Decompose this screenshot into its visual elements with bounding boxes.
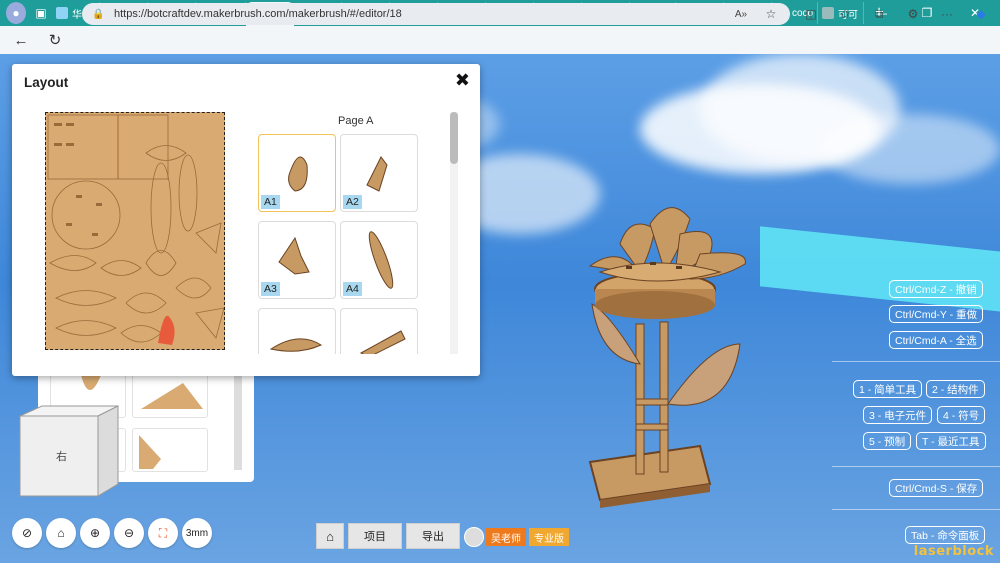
simple-tools-shortcut[interactable]: 1 - 简单工具 <box>853 380 923 398</box>
zoom-in-icon[interactable]: ⊕ <box>80 518 110 548</box>
command-panel-shortcut[interactable]: Tab - 命令面板 <box>905 526 986 544</box>
refresh-icon[interactable]: ↻ <box>40 28 70 52</box>
zoom-out-icon[interactable]: ⊖ <box>114 518 144 548</box>
copilot-icon[interactable]: ◆ <box>970 3 992 25</box>
cloud-decoration <box>820 114 1000 184</box>
cell-label: A2 <box>343 195 362 209</box>
presets-shortcut[interactable]: 5 - 预制 <box>863 432 912 450</box>
part-cell-a3[interactable]: A3 <box>258 221 336 299</box>
parts-scrollbar[interactable] <box>234 374 242 470</box>
profile-avatar-icon[interactable]: ● <box>6 2 26 24</box>
fit-screen-icon[interactable]: ⛶ <box>148 518 178 548</box>
more-menu-icon[interactable]: ··· <box>936 3 958 25</box>
divider <box>832 466 1000 467</box>
part-shape <box>139 435 161 469</box>
cell-label: A3 <box>261 282 280 296</box>
project-button[interactable]: 项目 <box>348 523 402 549</box>
address-bar: ← ↻ <box>0 26 1000 54</box>
ground-plane <box>760 226 1000 314</box>
layout-sheet-preview[interactable] <box>45 112 225 350</box>
collections-icon[interactable]: ⧉ <box>868 3 890 25</box>
cell-label: A4 <box>343 282 362 296</box>
tab-favicon-icon <box>56 7 68 19</box>
part-shape <box>269 338 323 352</box>
divider <box>832 509 1000 510</box>
redo-shortcut[interactable]: Ctrl/Cmd-Y - 重做 <box>889 305 984 323</box>
page-label: Page A <box>338 115 374 127</box>
modal-title: Layout <box>24 75 69 90</box>
part-cell-a4[interactable]: A4 <box>340 221 418 299</box>
part-shape <box>141 383 203 409</box>
part-thumbnail[interactable] <box>132 428 208 472</box>
lock-icon: 🔒 <box>92 8 105 20</box>
divider <box>832 361 1000 362</box>
recent-tools-shortcut[interactable]: T - 最近工具 <box>916 432 986 450</box>
part-cell-a1[interactable]: A1 <box>258 134 336 212</box>
home-view-icon[interactable]: ⌂ <box>46 518 76 548</box>
back-arrow-icon[interactable]: ← <box>6 28 36 52</box>
close-icon[interactable]: ✖ <box>455 70 470 91</box>
favorite-star-icon[interactable]: ☆ <box>760 3 782 25</box>
part-shape <box>359 330 406 354</box>
save-shortcut[interactable]: Ctrl/Cmd-S - 保存 <box>889 479 984 497</box>
read-aloud-icon[interactable]: A» <box>730 3 752 25</box>
export-button[interactable]: 导出 <box>406 523 460 549</box>
user-chip[interactable]: 吴老师 专业版 <box>464 526 569 548</box>
extensions-icon[interactable]: ⚙ <box>902 3 924 25</box>
part-thumbnail[interactable] <box>132 374 208 418</box>
laserblock-logo: laserblock <box>913 544 994 559</box>
flower-model[interactable] <box>580 194 760 524</box>
scroll-thumb[interactable] <box>450 112 458 164</box>
parts-scrollbar[interactable] <box>450 112 458 354</box>
view-cube[interactable]: 右 <box>18 404 122 500</box>
part-cell-a5[interactable] <box>258 308 336 354</box>
home-button[interactable]: ⌂ <box>316 523 344 549</box>
hide-icon[interactable]: ⊘ <box>12 518 42 548</box>
user-name: 吴老师 <box>486 528 526 546</box>
url-text: https://botcraftdev.makerbrush.com/maker… <box>114 8 402 20</box>
undo-shortcut[interactable]: Ctrl/Cmd-Z - 撤销 <box>889 280 983 298</box>
symbols-shortcut[interactable]: 4 - 符号 <box>937 406 986 424</box>
structure-shortcut[interactable]: 2 - 结构件 <box>926 380 985 398</box>
part-cell-a2[interactable]: A2 <box>340 134 418 212</box>
tab-favicon-icon <box>822 7 834 19</box>
thickness-button[interactable]: 3mm <box>182 518 212 548</box>
tier-badge: 专业版 <box>529 528 569 546</box>
cell-label: A1 <box>261 195 280 209</box>
url-input[interactable]: 🔒 https://botcraftdev.makerbrush.com/mak… <box>82 3 790 25</box>
favorites-icon[interactable]: ✩ <box>834 3 856 25</box>
tab-actions-icon[interactable]: ▣ <box>30 2 52 24</box>
sheet-parts <box>47 114 224 345</box>
cube-face-label: 右 <box>56 449 67 463</box>
avatar <box>464 527 484 547</box>
electronics-shortcut[interactable]: 3 - 电子元件 <box>863 406 933 424</box>
split-screen-icon[interactable]: ◫ <box>800 3 822 25</box>
layout-modal: Layout ✖ Page A A1 A2 A3 A4 <box>12 64 480 376</box>
parts-grid: A1 A2 A3 A4 <box>256 134 424 354</box>
select-all-shortcut[interactable]: Ctrl/Cmd-A - 全选 <box>889 331 983 349</box>
part-cell-a6[interactable] <box>340 308 418 354</box>
